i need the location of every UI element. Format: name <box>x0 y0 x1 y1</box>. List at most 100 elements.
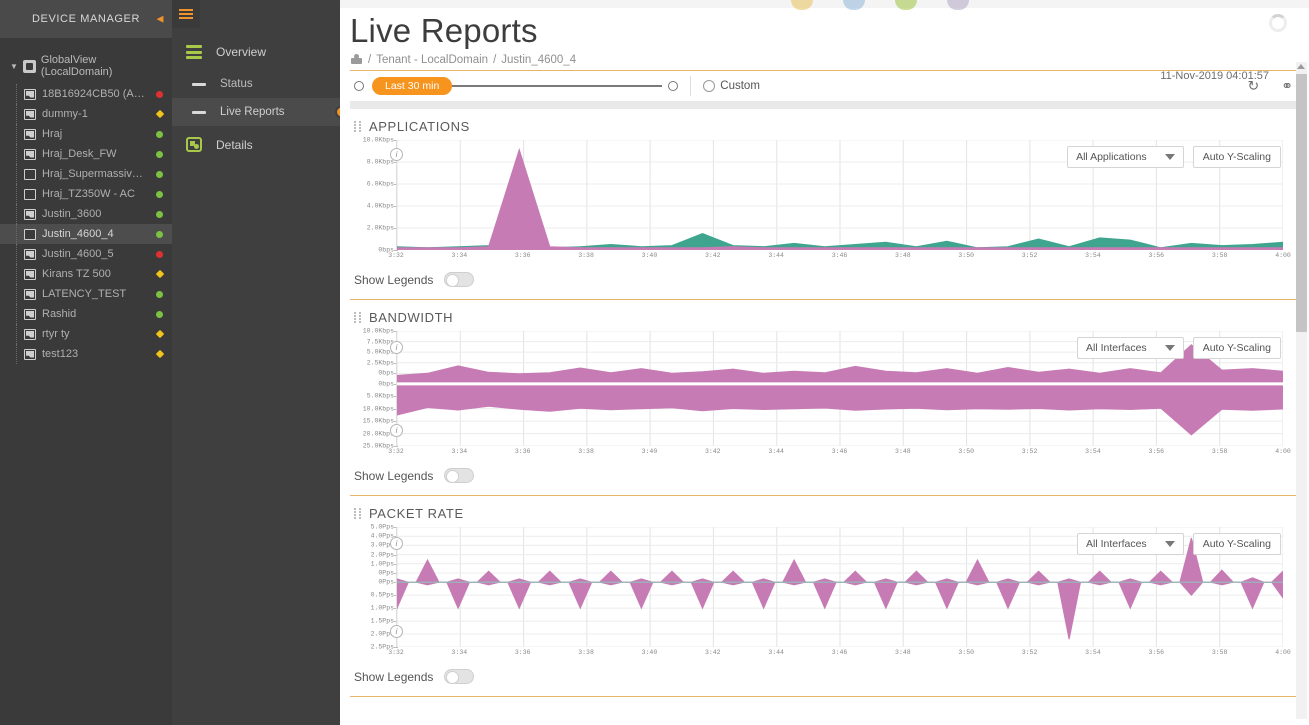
chevron-down-icon[interactable]: ▼ <box>10 62 18 71</box>
tree-item[interactable]: Justin_3600 <box>0 204 172 224</box>
breadcrumb-sep-2: / <box>493 54 497 66</box>
dash-icon <box>192 82 206 86</box>
chart-controls: All Applications Auto Y-Scaling <box>1067 146 1281 168</box>
tree-item-label: dummy-1 <box>42 108 88 120</box>
breadcrumb: / Tenant - LocalDomain / Justin_4600_4 <box>340 50 1309 66</box>
scroll-up-icon[interactable] <box>1297 64 1305 69</box>
nav-item-live-reports-label: Live Reports <box>220 106 285 118</box>
x-axis-tick-label: 3:40 <box>641 649 658 656</box>
device-icon <box>24 308 36 320</box>
top-icon-2[interactable] <box>843 0 865 10</box>
auto-y-scaling-button[interactable]: Auto Y-Scaling <box>1192 533 1281 555</box>
tree-item[interactable]: Justin_4600_5 <box>0 244 172 264</box>
chart-info-icon[interactable]: i <box>390 148 403 161</box>
status-indicator <box>156 250 163 258</box>
top-icon-3[interactable] <box>895 0 917 10</box>
tree-item[interactable]: 18B16924CB50 (Aut... <box>0 84 172 104</box>
top-icon-4[interactable] <box>947 0 969 10</box>
y-axis: 10.0Kbps 8.0Kbps 6.0Kbps 4.0Kbps 2.0Kbps 0bps <box>350 137 398 254</box>
range-start-handle[interactable] <box>354 81 364 91</box>
tree-item-label: Justin_4600_4 <box>42 228 114 240</box>
chart-controls: All Interfaces Auto Y-Scaling <box>1076 533 1281 555</box>
top-icon-1[interactable] <box>791 0 813 10</box>
chevron-down-icon[interactable] <box>1164 154 1175 160</box>
x-axis-tick-label: 3:42 <box>704 649 721 656</box>
show-legends-toggle[interactable] <box>444 468 475 483</box>
range-slider-track[interactable] <box>452 85 663 87</box>
collapse-panel-icon[interactable]: ◀ <box>156 14 164 25</box>
breadcrumb-tenant[interactable]: Tenant - LocalDomain <box>376 54 488 66</box>
chart-plot-area: 10.0Kbps 8.0Kbps 6.0Kbps 4.0Kbps 2.0Kbps 0bps… <box>350 137 1299 266</box>
nav-item-overview[interactable]: Overview <box>172 34 340 70</box>
show-legends-label: Show Legends <box>354 468 434 483</box>
nav-item-status[interactable]: Status <box>172 70 340 98</box>
lightbulb-icon[interactable]: ⚭ <box>1281 78 1293 95</box>
tree-item-label: test123 <box>42 348 79 360</box>
y-axis-tick-label: 1.5Pps <box>370 617 394 625</box>
custom-label: Custom <box>720 80 760 92</box>
chart-info-icon[interactable]: i <box>390 537 403 550</box>
nav-item-details[interactable]: Details <box>172 126 340 163</box>
chart-info-icon-lower[interactable]: i <box>390 625 403 638</box>
tree-item-label: Hraj_Supermassive 9... <box>42 168 146 180</box>
tree-root-node[interactable]: ▼ GlobalView (LocalDomain) <box>0 48 172 84</box>
refresh-icon[interactable]: ↻ <box>1248 78 1260 95</box>
chevron-down-icon[interactable] <box>1164 345 1175 351</box>
chart-filter-value: All Interfaces <box>1085 342 1147 354</box>
tree-item[interactable]: dummy-1 <box>0 104 172 124</box>
custom-range-option[interactable]: Custom <box>703 80 760 92</box>
breadcrumb-device[interactable]: Justin_4600_4 <box>501 54 576 66</box>
y-axis-tick <box>394 647 398 648</box>
custom-radio[interactable] <box>703 80 716 92</box>
tree-item[interactable]: test123 <box>0 344 172 364</box>
tree-item-label: Justin_4600_5 <box>42 248 114 260</box>
tree-item[interactable]: rtyr ty <box>0 324 172 344</box>
chart-filter-value: All Interfaces <box>1085 538 1147 550</box>
nav-item-live-reports[interactable]: Live Reports <box>172 98 348 126</box>
x-axis-tick-label: 3:32 <box>388 252 404 259</box>
tree-item[interactable]: Hraj_Desk_FW <box>0 144 172 164</box>
drag-grip-icon[interactable] <box>354 121 361 132</box>
tree-item[interactable]: Hraj_Supermassive 9... <box>0 164 172 184</box>
device-icon <box>24 268 36 280</box>
x-axis-tick-label: 3:52 <box>1021 252 1038 259</box>
chart-filter-dropdown[interactable]: All Interfaces <box>1076 337 1184 359</box>
chart-filter-dropdown[interactable]: All Interfaces <box>1076 533 1184 555</box>
show-legends-toggle[interactable] <box>444 669 475 684</box>
chart-filter-dropdown[interactable]: All Applications <box>1067 146 1184 168</box>
status-indicator <box>155 329 165 339</box>
show-legends-toggle[interactable] <box>444 272 475 287</box>
range-pill[interactable]: Last 30 min <box>372 77 453 95</box>
x-axis-tick-label: 3:32 <box>388 448 404 455</box>
x-axis-tick-label: 3:34 <box>451 649 468 656</box>
x-axis-tick-label: 3:36 <box>514 649 531 656</box>
tree-item[interactable]: Kirans TZ 500 <box>0 264 172 284</box>
tree-item[interactable]: Hraj_TZ350W - AC <box>0 184 172 204</box>
drag-grip-icon[interactable] <box>354 508 361 519</box>
y-axis-tick-label: 0bps <box>378 380 394 388</box>
y-axis-tick <box>394 250 398 251</box>
chart-info-icon[interactable]: i <box>390 341 403 354</box>
nav-item-details-label: Details <box>216 137 253 152</box>
auto-y-scaling-button[interactable]: Auto Y-Scaling <box>1192 146 1281 168</box>
tree-item[interactable]: Hraj <box>0 124 172 144</box>
x-axis-tick-label: 3:54 <box>1085 252 1101 259</box>
drag-grip-icon[interactable] <box>354 312 361 323</box>
show-legends-label: Show Legends <box>354 272 434 287</box>
home-icon[interactable] <box>350 54 363 66</box>
panel-title: PACKET RATE <box>369 506 464 521</box>
status-indicator <box>155 109 165 119</box>
tree-item[interactable]: LATENCY_TEST <box>0 284 172 304</box>
chevron-down-icon[interactable] <box>1164 541 1175 547</box>
tree-item[interactable]: Justin_4600_4 <box>0 224 172 244</box>
menu-toggle-button[interactable] <box>172 0 200 28</box>
loading-spinner-icon <box>1269 14 1287 32</box>
page-scrollbar-thumb[interactable] <box>1296 74 1307 332</box>
device-manager-panel: DEVICE MANAGER ◀ ▼ GlobalView (LocalDoma… <box>0 0 172 725</box>
auto-y-scaling-button[interactable]: Auto Y-Scaling <box>1192 337 1281 359</box>
panel-header: PACKET RATE <box>350 496 1299 527</box>
y-axis-tick-label: 1.0Pps <box>370 560 394 568</box>
tree-item[interactable]: Rashid <box>0 304 172 324</box>
chart-info-icon-lower[interactable]: i <box>390 424 403 437</box>
range-end-handle[interactable] <box>668 81 679 91</box>
